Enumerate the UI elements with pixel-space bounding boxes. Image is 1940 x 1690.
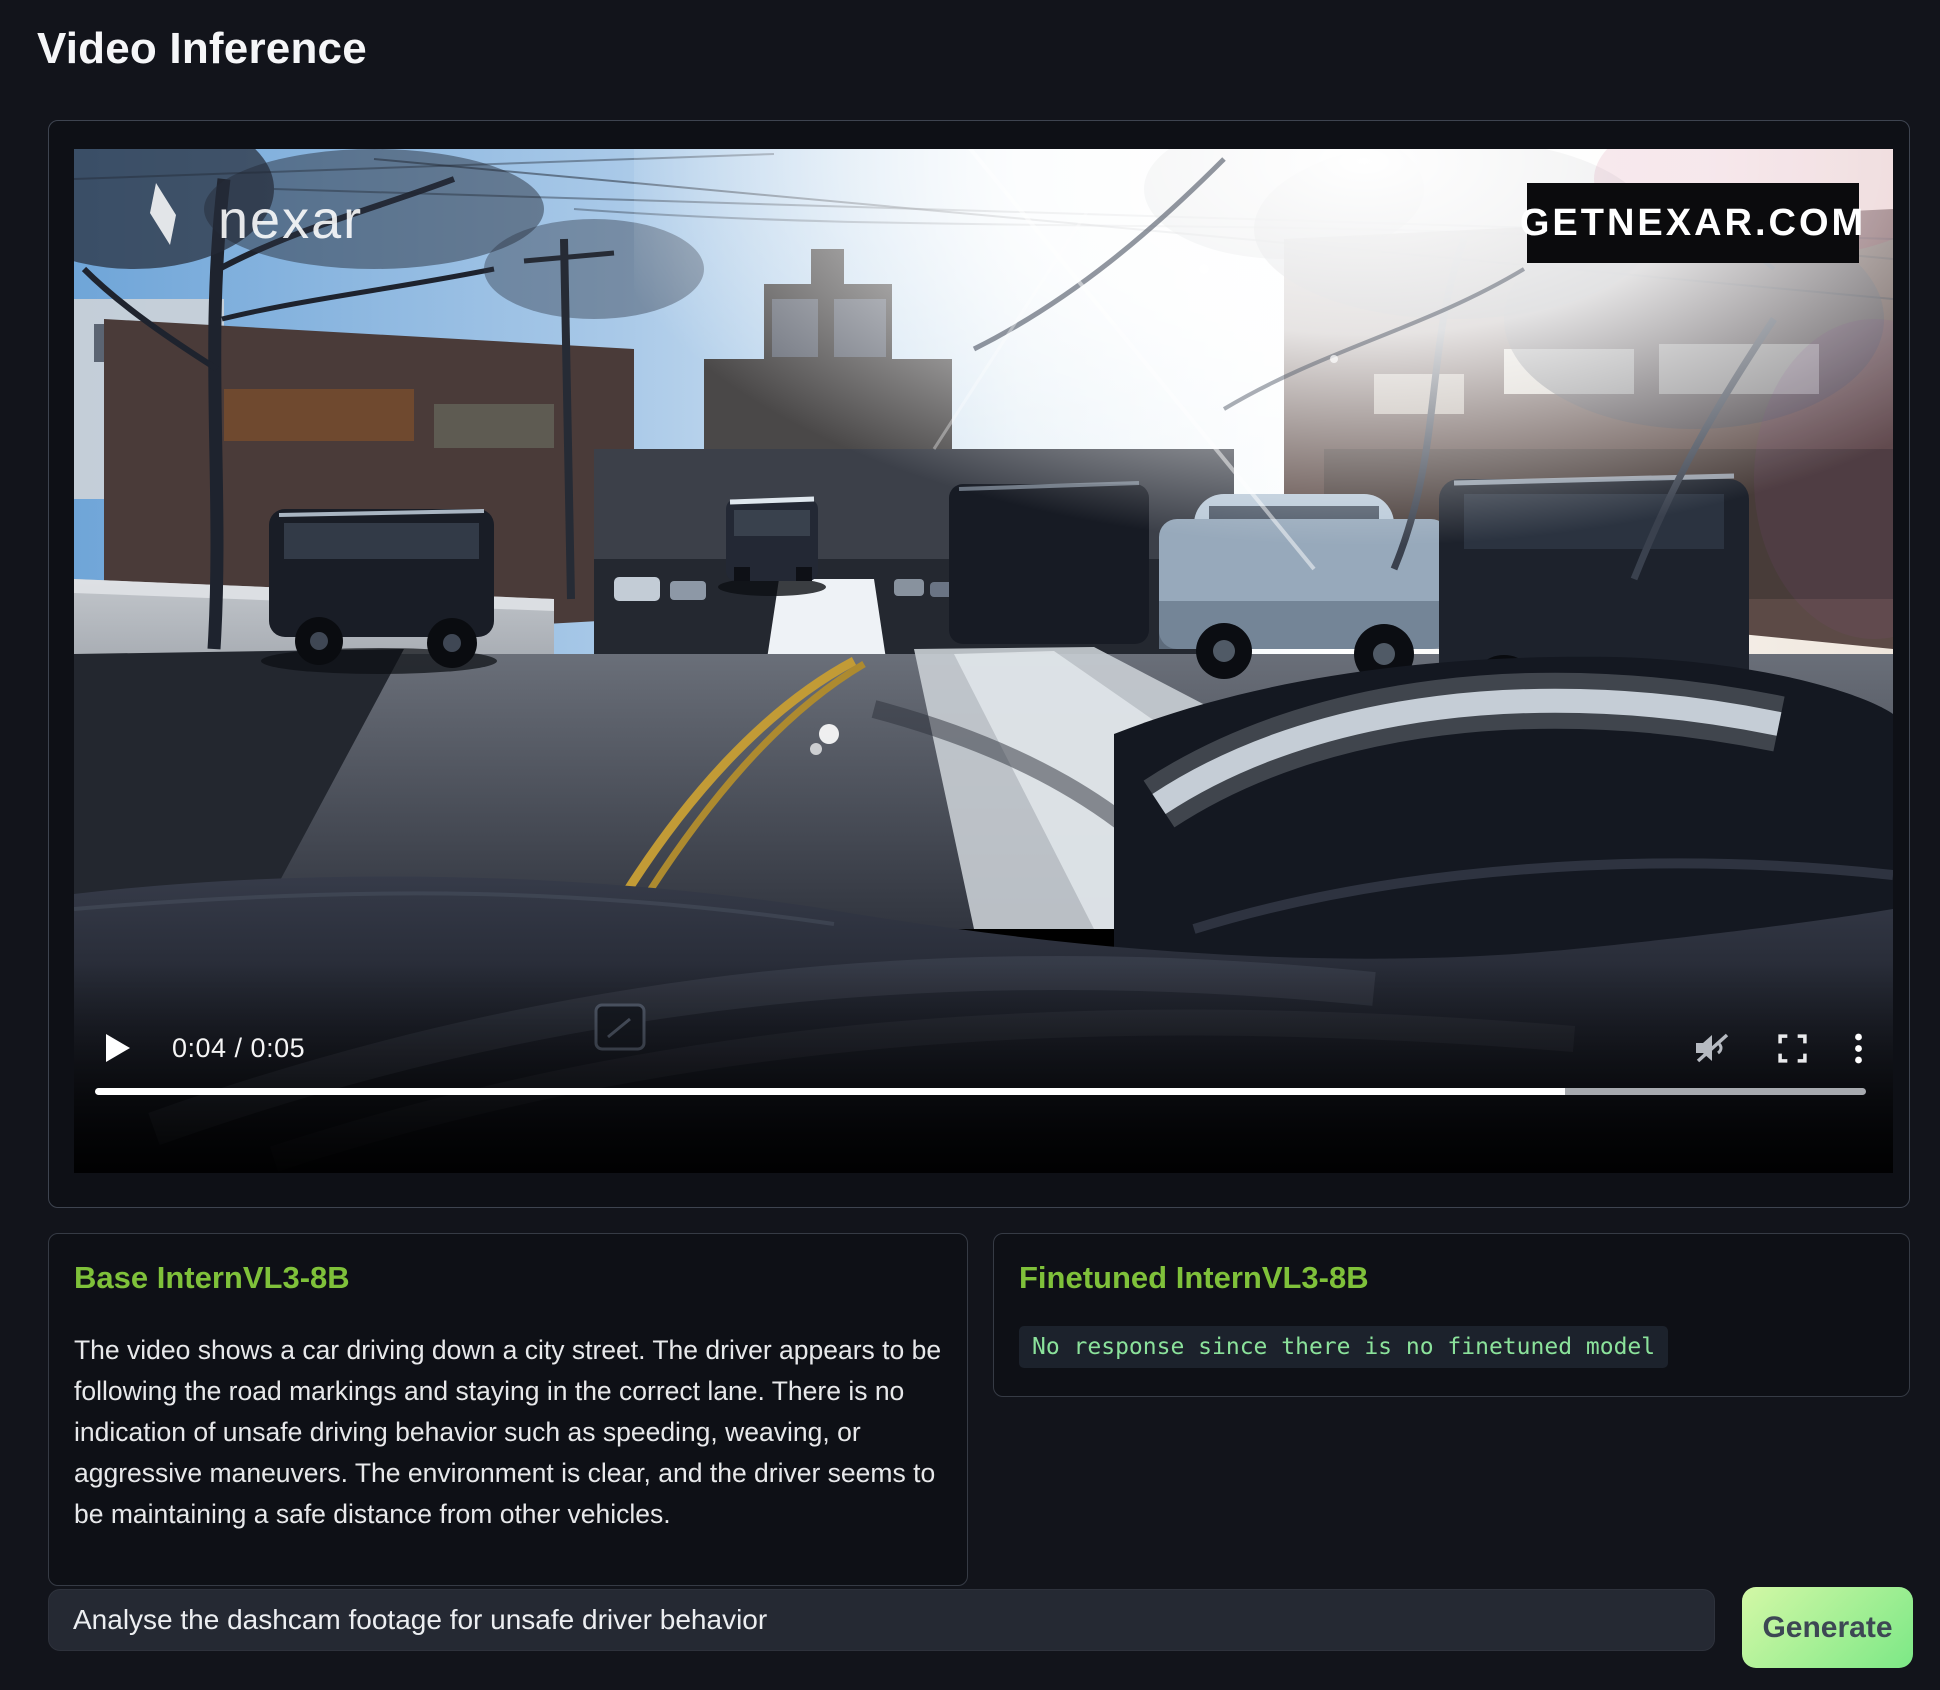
dashcam-video-frame[interactable]: nexar GETNEXAR.COM 0:04 / 0:05 (74, 149, 1893, 1173)
generate-button[interactable]: Generate (1742, 1587, 1913, 1668)
play-icon[interactable] (106, 1034, 130, 1062)
page-title: Video Inference (37, 24, 367, 74)
video-progress-track[interactable] (95, 1088, 1866, 1095)
video-card: nexar GETNEXAR.COM 0:04 / 0:05 (48, 120, 1910, 1208)
video-time-display: 0:04 / 0:05 (172, 1033, 305, 1064)
base-model-panel: Base InternVL3-8B The video shows a car … (48, 1233, 968, 1586)
fullscreen-icon[interactable] (1777, 1033, 1808, 1064)
video-progress-played (95, 1088, 1565, 1095)
video-controls-shade (74, 963, 1893, 1173)
volume-muted-icon[interactable] (1693, 1032, 1731, 1064)
getnexar-banner: GETNEXAR.COM (1527, 183, 1859, 263)
vertical-dots-icon[interactable] (1854, 1033, 1863, 1064)
prompt-input[interactable] (48, 1589, 1715, 1651)
finetuned-model-panel: Finetuned InternVL3-8B No response since… (993, 1233, 1910, 1397)
finetuned-model-title: Finetuned InternVL3-8B (1019, 1260, 1884, 1296)
finetuned-model-message: No response since there is no finetuned … (1019, 1326, 1668, 1368)
base-model-response: The video shows a car driving down a cit… (74, 1330, 942, 1535)
base-model-title: Base InternVL3-8B (74, 1260, 942, 1296)
